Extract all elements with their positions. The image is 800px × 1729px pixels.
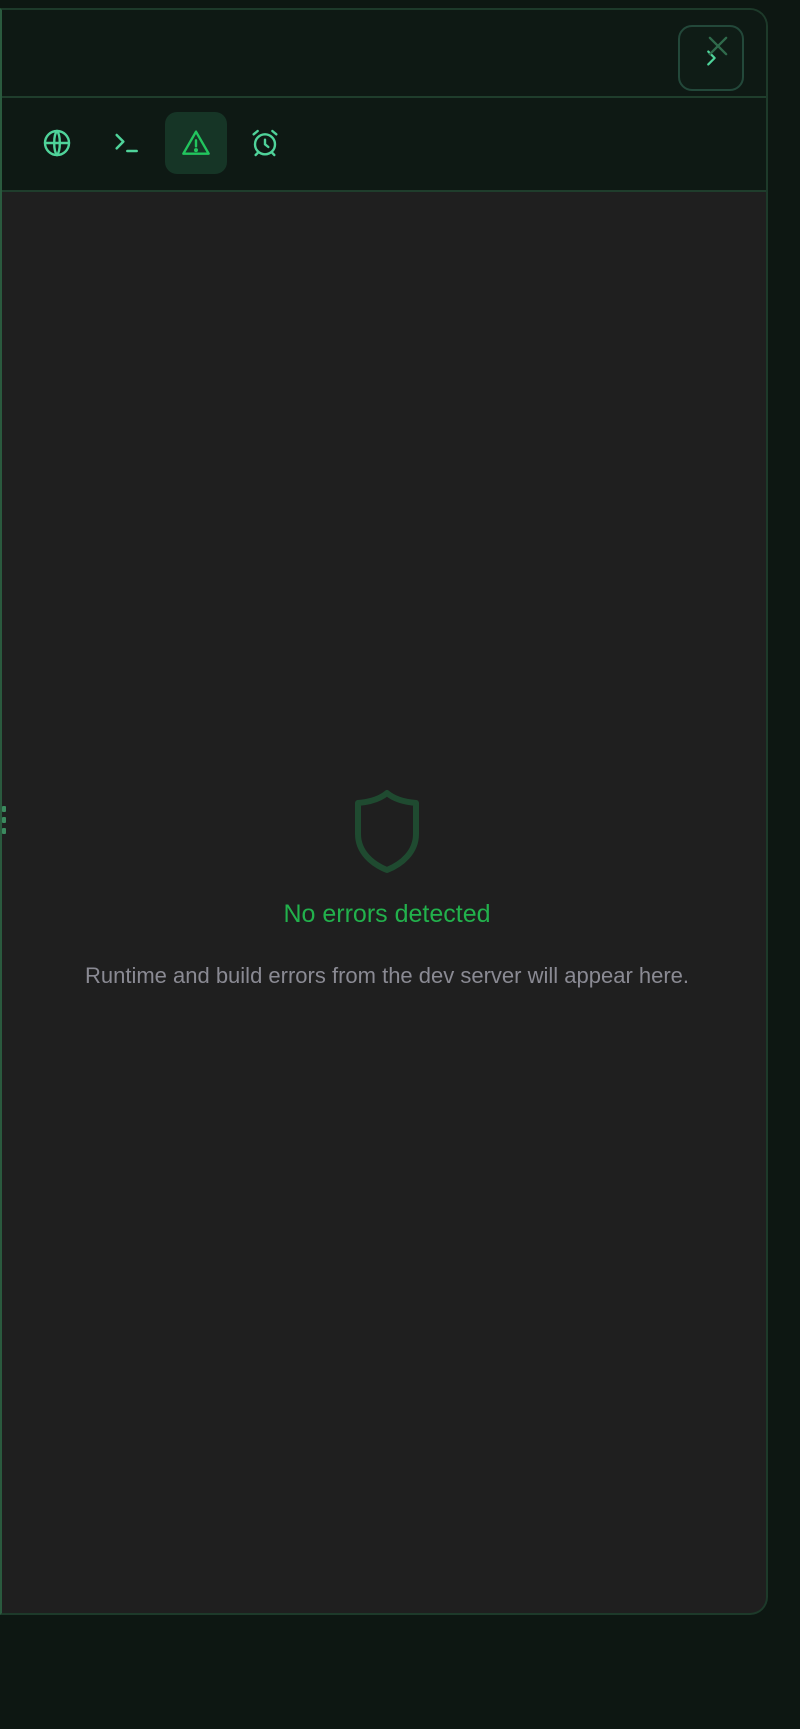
empty-state-description: Runtime and build errors from the dev se… (84, 963, 690, 988)
terminal-icon (115, 133, 138, 153)
alarm-clock-icon (252, 129, 278, 157)
panel-toolbar (2, 98, 766, 192)
preview-panel: No errors detected Runtime and build err… (0, 8, 768, 1615)
shield-icon (355, 790, 419, 873)
panel-header (2, 10, 766, 98)
errors-empty-state: No errors detected Runtime and build err… (2, 190, 766, 1613)
tab-errors[interactable] (165, 112, 227, 174)
tab-terminal[interactable] (95, 112, 157, 174)
tab-scheduler[interactable] (234, 112, 296, 174)
warning-icon (182, 130, 210, 155)
resize-handle[interactable] (2, 806, 8, 838)
empty-state-title: No errors detected (283, 900, 491, 928)
tab-preview[interactable] (26, 112, 88, 174)
globe-icon (43, 129, 71, 157)
close-icon[interactable] (704, 32, 732, 60)
